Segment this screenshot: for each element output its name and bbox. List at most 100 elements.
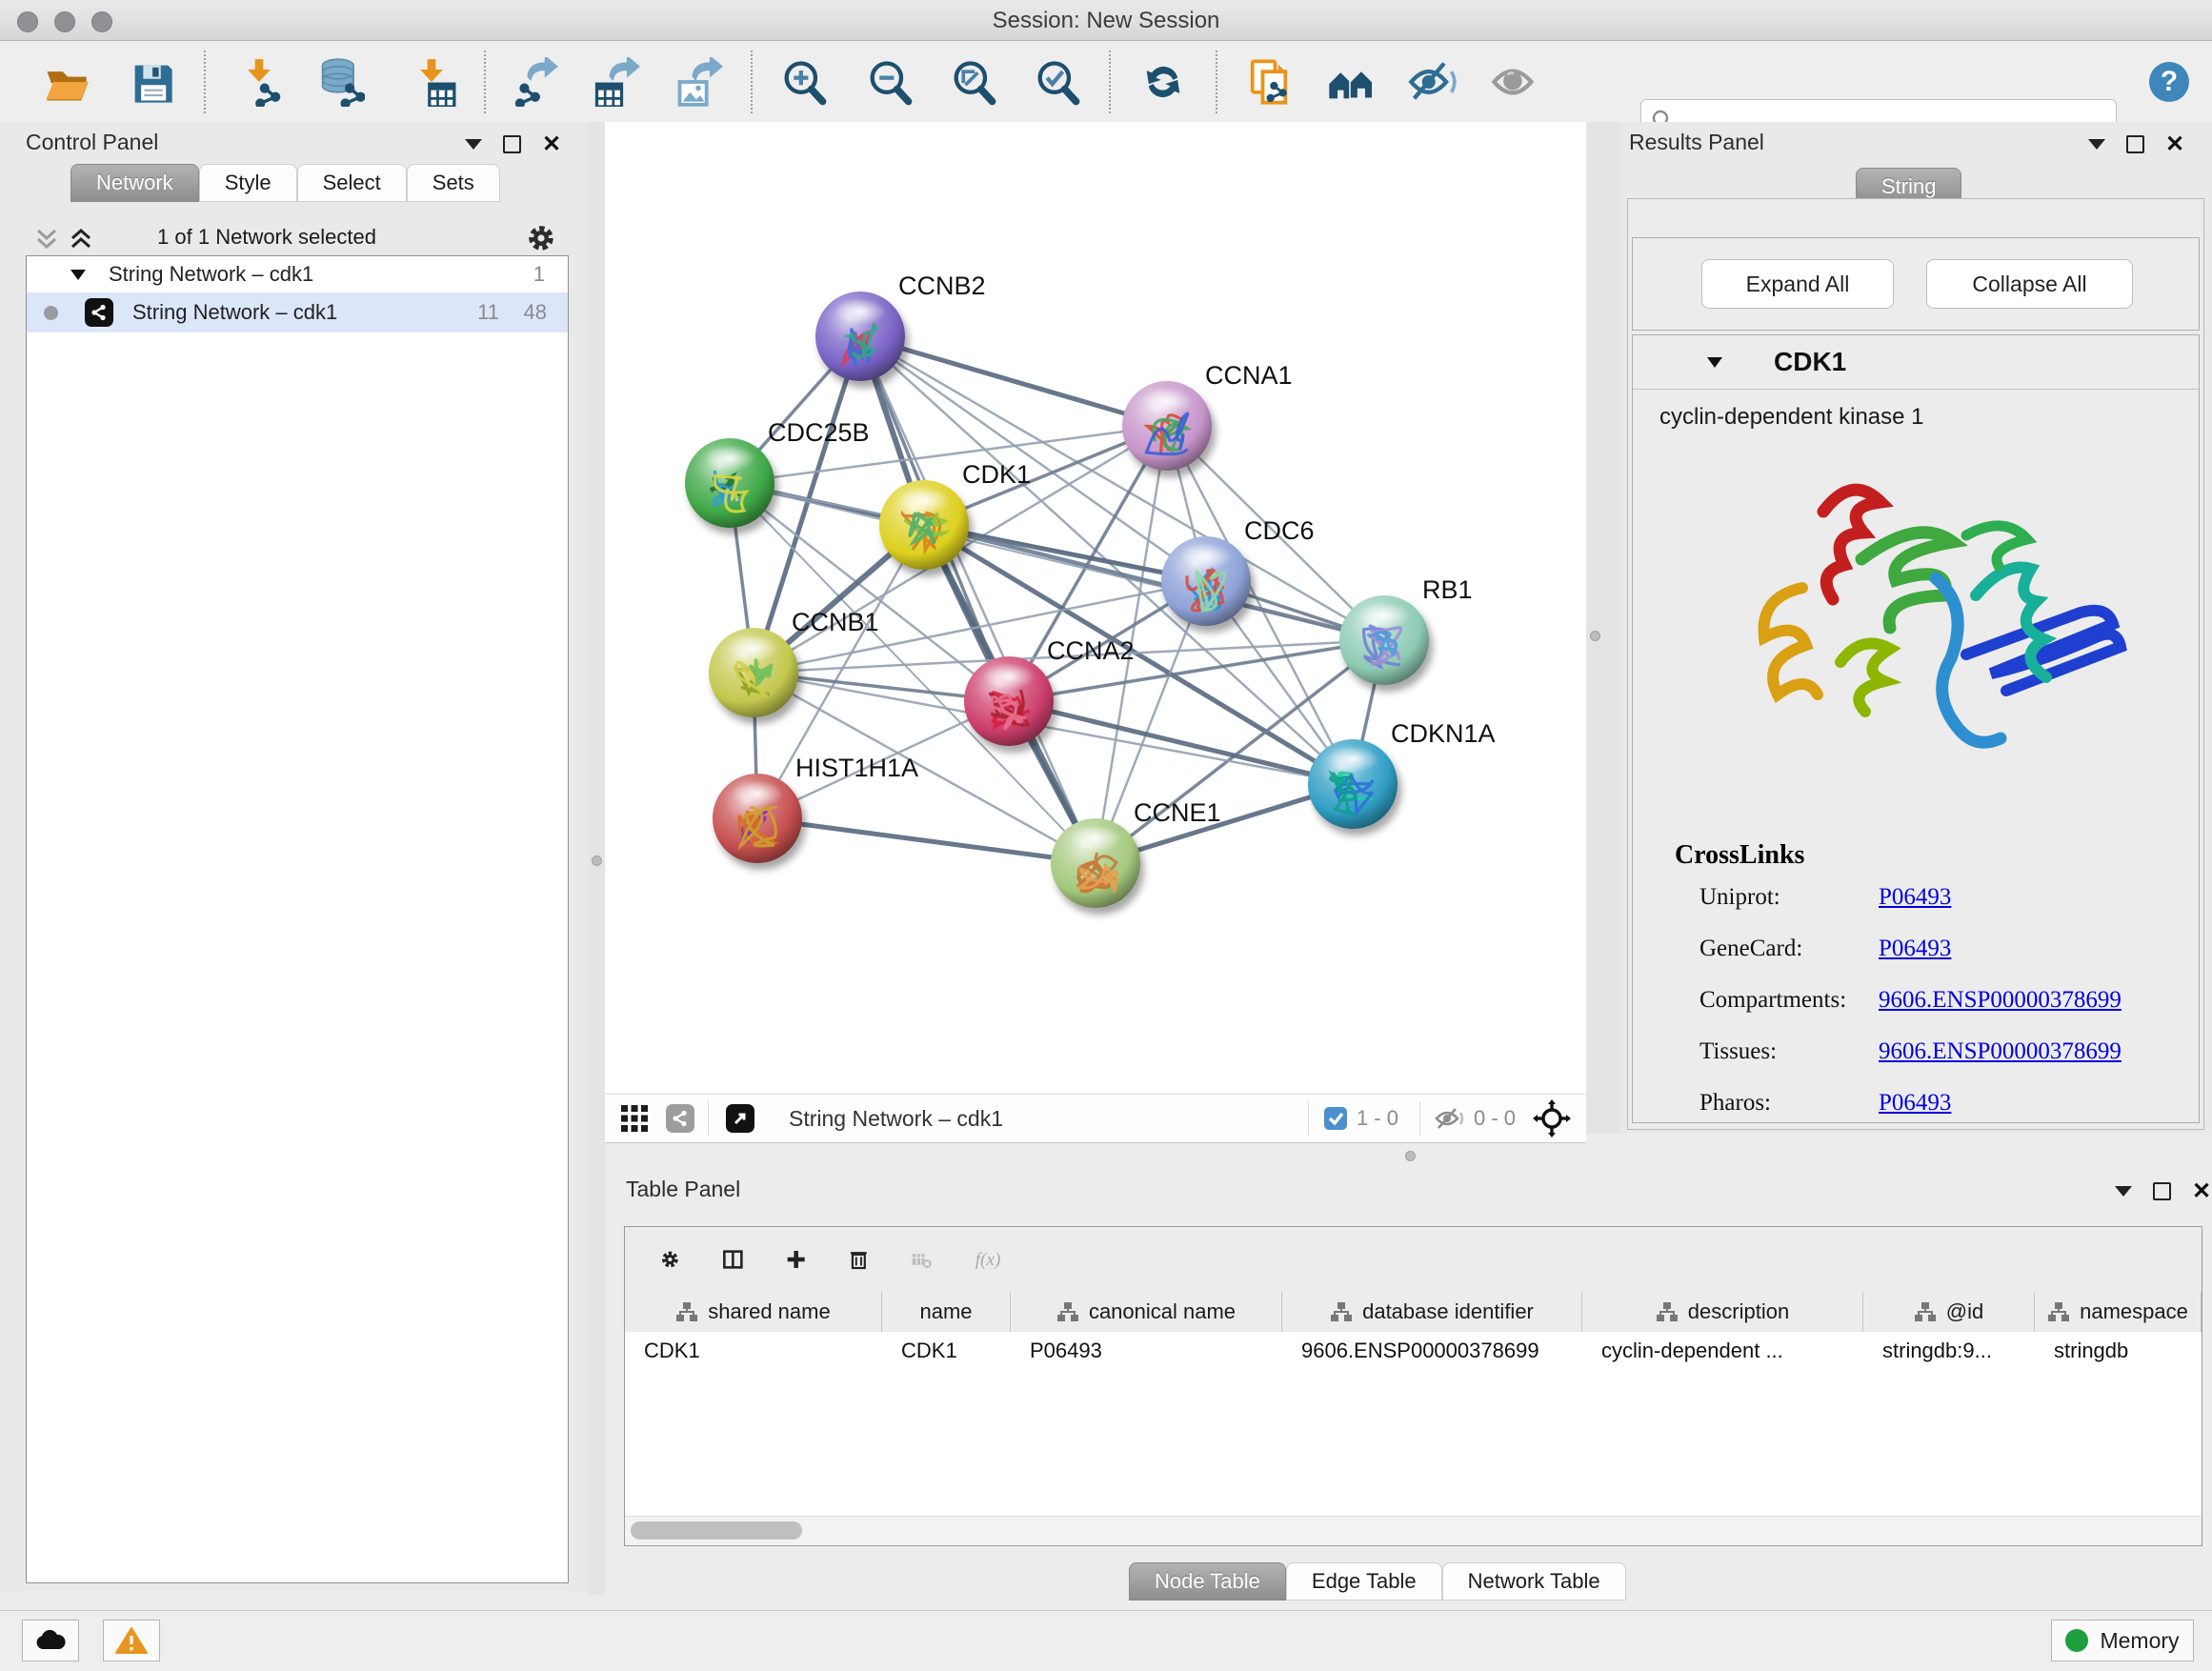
- export-network-button[interactable]: [508, 54, 563, 110]
- fit-content-crosshair-icon[interactable]: [1533, 1099, 1571, 1137]
- protein-structure-image: [1680, 445, 2157, 826]
- column-header-name[interactable]: name: [882, 1292, 1011, 1332]
- open-in-new-window-icon[interactable]: [726, 1104, 754, 1133]
- tab-edge-table[interactable]: Edge Table: [1286, 1562, 1442, 1601]
- node-cdc25b[interactable]: CDC25B: [685, 418, 870, 528]
- cell--id[interactable]: stringdb:9...: [1863, 1332, 2035, 1370]
- export-image-button[interactable]: [671, 54, 726, 110]
- scrollbar-thumb[interactable]: [631, 1521, 802, 1540]
- node-ccne1[interactable]: CCNE1: [1051, 798, 1221, 908]
- memory-button[interactable]: Memory: [2051, 1620, 2194, 1661]
- zoom-out-button[interactable]: [861, 54, 916, 110]
- edge-cdk1-rb1[interactable]: [924, 525, 1384, 640]
- panel-close-icon[interactable]: ✕: [542, 137, 561, 151]
- crosslink-link[interactable]: P06493: [1879, 936, 1951, 962]
- columns-icon: [716, 1243, 751, 1276]
- node-rb1[interactable]: RB1: [1339, 575, 1473, 685]
- crosslink-label: GeneCard:: [1699, 936, 1802, 962]
- table-row[interactable]: CDK1CDK1P064939606.ENSP00000378699cyclin…: [625, 1332, 2202, 1370]
- first-neighbors-button[interactable]: [1322, 54, 1377, 110]
- selected-checkbox-icon[interactable]: [1322, 1105, 1349, 1132]
- cell-description[interactable]: cyclin-dependent ...: [1582, 1332, 1863, 1370]
- crosslink-link[interactable]: P06493: [1879, 884, 1951, 911]
- network-graph[interactable]: CCNB2CCNA1CDC25BCDK1CDC6RB1CCNB1CCNA2CDK…: [605, 122, 1586, 1094]
- export-table-button[interactable]: [588, 54, 643, 110]
- open-session-button[interactable]: [38, 54, 93, 110]
- column-header-canonical-name[interactable]: canonical name: [1011, 1292, 1282, 1332]
- add-column-button[interactable]: [779, 1243, 814, 1276]
- section-caret-down-icon[interactable]: [1705, 354, 1724, 370]
- cell-namespace[interactable]: stringdb: [2035, 1332, 2202, 1370]
- column-header-namespace[interactable]: namespace: [2035, 1292, 2202, 1332]
- horizontal-splitter[interactable]: [605, 1143, 2212, 1167]
- zoom-in-button[interactable]: [775, 54, 831, 110]
- results-close-icon[interactable]: ✕: [2165, 137, 2184, 151]
- import-network-file-button[interactable]: [231, 54, 287, 110]
- crosslink-link[interactable]: P06493: [1879, 1090, 1951, 1117]
- duplicate-network-button[interactable]: [1241, 54, 1297, 110]
- cell-database-identifier[interactable]: 9606.ENSP00000378699: [1282, 1332, 1582, 1370]
- right-splitter[interactable]: [1586, 122, 1619, 1134]
- column-header-database-identifier[interactable]: database identifier: [1282, 1292, 1582, 1332]
- refresh-button[interactable]: [1136, 54, 1191, 110]
- tab-select[interactable]: Select: [297, 164, 407, 202]
- network-collection-row[interactable]: String Network – cdk1 1: [27, 256, 568, 292]
- column-header-description[interactable]: description: [1582, 1292, 1863, 1332]
- cell-canonical-name[interactable]: P06493: [1011, 1332, 1282, 1370]
- collapse-all-button[interactable]: Collapse All: [1926, 259, 2133, 309]
- hidden-eye-slash-icon[interactable]: [1434, 1106, 1466, 1131]
- column-header--id[interactable]: @id: [1863, 1292, 2035, 1332]
- column-header-shared-name[interactable]: shared name: [625, 1292, 882, 1332]
- table-close-icon[interactable]: ✕: [2192, 1184, 2211, 1198]
- toolbar-separator: [1109, 50, 1111, 113]
- import-network-database-button[interactable]: [312, 54, 368, 110]
- left-splitter[interactable]: [589, 122, 605, 1595]
- tab-network[interactable]: Network: [70, 164, 199, 202]
- zoom-fit-button[interactable]: [945, 54, 1000, 110]
- panel-menu-icon[interactable]: [465, 139, 482, 150]
- edge-ccnb2-ccna1[interactable]: [860, 336, 1167, 426]
- protein-section-header[interactable]: CDK1: [1633, 335, 2199, 390]
- gear-button[interactable]: [654, 1243, 688, 1276]
- table-horizontal-scrollbar[interactable]: [625, 1516, 2202, 1545]
- results-menu-icon[interactable]: [2088, 139, 2105, 150]
- import-table-button[interactable]: [404, 54, 459, 110]
- node-cdk1[interactable]: CDK1: [879, 460, 1031, 570]
- node-hist1h1a[interactable]: HIST1H1A: [713, 754, 918, 863]
- edge-ccnb2-ccne1[interactable]: [860, 336, 1096, 863]
- table-menu-icon[interactable]: [2115, 1186, 2132, 1197]
- crosslink-link[interactable]: 9606.ENSP00000378699: [1879, 987, 2122, 1014]
- expand-all-button[interactable]: Expand All: [1701, 259, 1894, 309]
- caret-down-icon[interactable]: [69, 267, 88, 282]
- crosslink-link[interactable]: 9606.ENSP00000378699: [1879, 1038, 2122, 1065]
- tab-sets[interactable]: Sets: [407, 164, 500, 202]
- results-float-icon[interactable]: [2126, 135, 2144, 153]
- gear-icon[interactable]: [526, 223, 556, 253]
- tab-network-table[interactable]: Network Table: [1442, 1562, 1626, 1601]
- node-ccnb1[interactable]: CCNB1: [709, 608, 879, 717]
- cell-shared-name[interactable]: CDK1: [625, 1332, 882, 1370]
- network-canvas[interactable]: CCNB2CCNA1CDC25BCDK1CDC6RB1CCNB1CCNA2CDK…: [605, 122, 1586, 1094]
- delete-column-button[interactable]: [842, 1243, 876, 1276]
- help-button[interactable]: ?: [2142, 54, 2197, 110]
- tab-style[interactable]: Style: [199, 164, 297, 202]
- edge-hist1h1a-ccne1[interactable]: [757, 818, 1096, 863]
- columns-button[interactable]: [716, 1243, 751, 1276]
- panel-float-icon[interactable]: [503, 135, 521, 153]
- tab-node-table[interactable]: Node Table: [1129, 1562, 1286, 1601]
- toolbar-separator: [204, 50, 206, 113]
- table-float-icon[interactable]: [2153, 1182, 2171, 1200]
- node-cdkn1a[interactable]: CDKN1A: [1308, 719, 1496, 829]
- network-edges[interactable]: [730, 336, 1384, 863]
- cell-name[interactable]: CDK1: [882, 1332, 1011, 1370]
- network-row-selected[interactable]: String Network – cdk1 11 48: [27, 292, 568, 332]
- hide-selected-button[interactable]: [1404, 54, 1459, 110]
- birds-eye-view-icon[interactable]: [618, 1102, 651, 1135]
- zoom-selected-button[interactable]: [1029, 54, 1084, 110]
- cloud-button[interactable]: [22, 1620, 79, 1661]
- show-all-button[interactable]: [1486, 54, 1541, 110]
- network-share-icon[interactable]: [666, 1104, 694, 1133]
- warning-button[interactable]: [103, 1620, 160, 1661]
- node-ccna1[interactable]: CCNA1: [1122, 361, 1293, 471]
- save-session-button[interactable]: [124, 54, 179, 110]
